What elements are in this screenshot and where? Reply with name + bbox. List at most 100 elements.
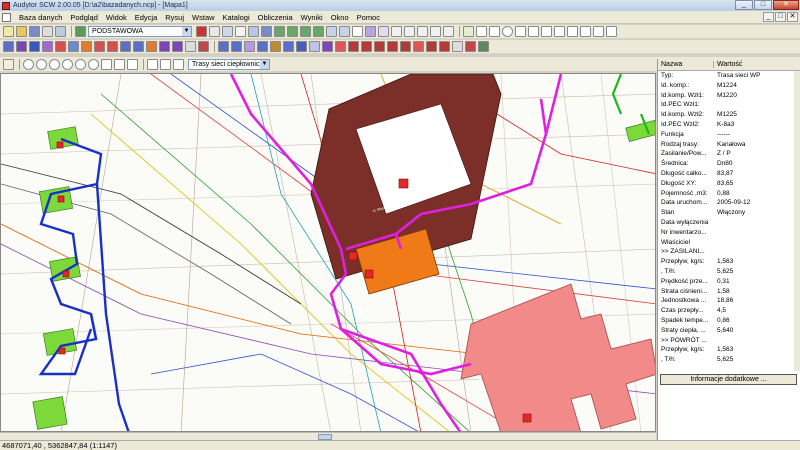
calc-tool-18-icon[interactable] [439,41,450,52]
pointer-icon[interactable] [235,26,246,37]
zoom-window-icon[interactable] [62,58,73,70]
property-row[interactable]: Właściciel [658,238,800,248]
property-row[interactable]: Długość całko... 83,87 [658,169,800,179]
menu-wstaw[interactable]: Wstaw [188,13,219,22]
calc-tool-6-icon[interactable] [283,41,294,52]
polyline-tool-icon[interactable] [430,26,441,37]
property-row[interactable]: Długość XY: 83,65 [658,179,800,189]
network-tool-11-icon[interactable] [133,41,144,52]
calc-tool-9-icon[interactable] [322,41,333,52]
open-folder-icon[interactable] [16,26,27,37]
calc-tool-21-icon[interactable] [478,41,489,52]
property-row[interactable]: Prędkość prze... 0,31 [658,277,800,287]
network-tool-15-icon[interactable] [185,41,196,52]
column-name-header[interactable]: Nazwa [658,61,714,68]
print-icon[interactable] [42,26,53,37]
pipe-icon[interactable] [365,26,376,37]
property-row[interactable]: Średnica: Dn80 [658,159,800,169]
menu-pomoc[interactable]: Pomoc [353,13,384,22]
cursor-icon[interactable] [147,58,158,70]
polygon-icon[interactable] [528,26,539,37]
property-row[interactable]: Jednostkowa ... 18,86 [658,296,800,306]
hatch-icon[interactable] [580,26,591,37]
property-row[interactable]: Typ: Trasa sieci WP [658,71,800,81]
property-row[interactable]: Data wyłączenia [658,218,800,228]
property-row[interactable]: Pojemność ,m3: 0,88 [658,189,800,199]
property-row[interactable]: Data uruchom... 2005-09-12 [658,198,800,208]
property-row[interactable]: Nr inwentarzo... [658,228,800,238]
calc-tool-5-icon[interactable] [270,41,281,52]
property-row[interactable]: >> POWRÓT ... [658,336,800,346]
calc-tool-3-icon[interactable] [244,41,255,52]
curve-icon[interactable] [489,26,500,37]
rectangle-icon[interactable] [515,26,526,37]
minimize-button[interactable]: _ [735,0,753,10]
calc-tool-20-icon[interactable] [465,41,476,52]
map-drawing[interactable]: ul. Wojska Polskiego [1,74,656,432]
network-tool-9-icon[interactable] [107,41,118,52]
document-icon[interactable] [2,12,11,22]
network-tool-8-icon[interactable] [94,41,105,52]
column-value-header[interactable]: Wartość [714,61,742,68]
calc-tool-12-icon[interactable] [361,41,372,52]
property-row[interactable]: Id.PEC Wzł2: K-8a3 [658,120,800,130]
save-icon[interactable] [29,26,40,37]
menu-edycja[interactable]: Edycja [131,13,162,22]
new-file-icon[interactable] [3,26,14,37]
calc-tool-4-icon[interactable] [257,41,268,52]
network-tool-3-icon[interactable] [29,41,40,52]
pan-icon[interactable] [101,58,112,70]
calc-tool-14-icon[interactable] [387,41,398,52]
line-tool-icon[interactable] [417,26,428,37]
doc-minimize-button[interactable]: _ [763,12,774,22]
layer-tool-1-icon[interactable] [274,26,285,37]
network-tool-14-icon[interactable] [172,41,183,52]
redraw-icon[interactable] [114,58,125,70]
property-row[interactable]: Id.komp. Wzł2: M1225 [658,110,800,120]
layer-tool-3-icon[interactable] [300,26,311,37]
menu-obliczenia[interactable]: Obliczenia [254,13,297,22]
zoom-all-icon[interactable] [75,58,86,70]
line-icon[interactable] [476,26,487,37]
zoom-icon[interactable] [23,58,34,70]
calc-tool-10-icon[interactable] [335,41,346,52]
menu-podglad[interactable]: Podgląd [66,13,102,22]
network-tool-16-icon[interactable] [198,41,209,52]
preview-icon[interactable] [55,26,66,37]
property-row[interactable]: Id.komp. Wzł1: M1220 [658,91,800,101]
close-button[interactable]: ✕ [773,0,799,10]
edit-pen-icon[interactable] [463,26,474,37]
map-canvas[interactable]: ul. Wojska Polskiego [0,73,656,432]
property-row[interactable]: >> ZASILANI... [658,247,800,257]
symbol-icon[interactable] [593,26,604,37]
property-row[interactable]: Rodzaj trasy: Kanałowa [658,140,800,150]
select-icon[interactable] [222,26,233,37]
network-tool-13-icon[interactable] [159,41,170,52]
calc-tool-17-icon[interactable] [426,41,437,52]
network-tool-1-icon[interactable] [3,41,14,52]
calc-tool-13-icon[interactable] [374,41,385,52]
property-row[interactable]: , T/h: 5,625 [658,267,800,277]
refresh-icon[interactable] [127,58,138,70]
calc-tool-16-icon[interactable] [413,41,424,52]
layer-icon[interactable] [75,26,86,37]
property-row[interactable]: Id.PEC Wzł1: [658,100,800,110]
circle-icon[interactable] [502,26,513,37]
property-row[interactable]: Straty ciepła, ... 5,640 [658,326,800,336]
calc-tool-15-icon[interactable] [400,41,411,52]
network-tool-2-icon[interactable] [16,41,27,52]
layer-tool-5-icon[interactable] [326,26,337,37]
menu-wyniki[interactable]: Wyniki [297,13,327,22]
hand-pan-icon[interactable] [173,58,184,70]
menu-widok[interactable]: Widok [102,13,131,22]
menu-katalogi[interactable]: Katalogi [219,13,254,22]
menu-baza-danych[interactable]: Baza danych [15,13,66,22]
network-tool-5-icon[interactable] [55,41,66,52]
dimension-icon[interactable] [567,26,578,37]
layer-color-icon[interactable] [196,26,207,37]
calc-tool-11-icon[interactable] [348,41,359,52]
insert-icon[interactable] [606,26,617,37]
zoom-previous-icon[interactable] [88,58,99,70]
settings-icon[interactable] [3,58,14,70]
property-row[interactable]: Przepływ, kg/s: 1,563 [658,257,800,267]
